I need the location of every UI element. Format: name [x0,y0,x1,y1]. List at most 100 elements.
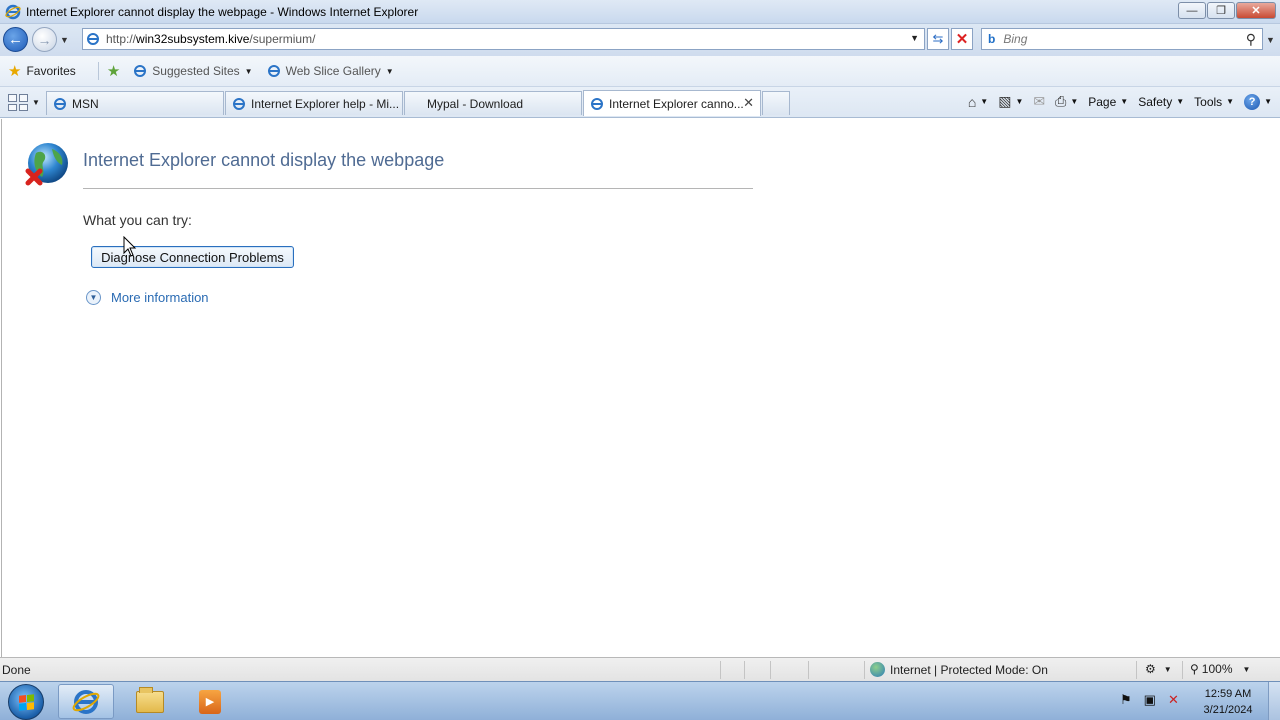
search-options-dropdown[interactable]: ▼ [1266,35,1275,45]
stop-button[interactable]: ✕ [951,28,973,50]
url-text[interactable]: http://win32subsystem.kive/supermium/ [106,32,315,46]
mail-icon: ✉ [1033,93,1046,109]
quick-tabs-icon[interactable] [8,94,28,111]
favorites-button[interactable]: ★ Favorites [8,62,76,80]
refresh-button[interactable]: ⇆ [927,28,949,50]
address-bar[interactable]: http://win32subsystem.kive/supermium/ ▼ [82,28,925,50]
print-button[interactable]: ⎙ ▼ [1055,93,1078,110]
taskbar-internet-explorer[interactable] [58,684,114,719]
restore-button[interactable]: ❐ [1207,2,1235,19]
more-information-link[interactable]: ▼ More information [86,290,209,305]
action-center-flag-icon[interactable]: ⚑ [1120,692,1132,708]
tab-msn[interactable]: MSN [46,91,224,115]
chevron-down-icon: ▼ [1120,97,1129,106]
globe-error-icon [25,143,68,186]
tab-current[interactable]: Internet Explorer canno... ✕ [583,90,761,116]
status-bar: Done Internet | Protected Mode: On ⚙ ▼ ⚲… [0,657,1280,681]
window-title: Internet Explorer cannot display the web… [26,4,419,19]
zoom-icon: ⚲ [1190,662,1199,676]
what-you-can-try-label: What you can try: [83,212,192,228]
favorites-bar: ★ Favorites ★ Suggested Sites ▼ Web Slic… [0,56,1280,87]
security-zone[interactable]: Internet | Protected Mode: On [870,662,1048,677]
page-menu[interactable]: Page ▼ [1088,95,1128,109]
feeds-button[interactable]: ▧ ▼ [998,93,1023,110]
chevron-down-icon: ▼ [1226,97,1235,106]
divider [83,188,753,189]
separator [1136,661,1137,679]
add-to-favorites-bar-button[interactable]: ★ [107,62,125,80]
tab-bar: ▼ MSN Internet Explorer help - Mi... Myp… [0,87,1280,118]
system-clock[interactable]: 12:59 AM 3/21/2024 [1196,686,1260,718]
favorites-label: Favorites [26,64,76,78]
separator [1182,661,1183,679]
back-arrow-icon: ← [8,31,23,48]
internet-zone-icon [870,662,885,677]
tab-mypal-download[interactable]: Mypal - Download [404,91,582,115]
add-favorite-icon: ★ [106,63,121,80]
separator [744,661,745,679]
navigation-bar: ← → ▼ http://win32subsystem.kive/supermi… [0,24,1280,56]
chevron-down-icon: ▼ [1015,97,1024,106]
command-bar: ⌂ ▼ ▧ ▼ ✉ ⎙ ▼ Page ▼ Safety ▼ Tools ▼ ? ▼ [958,93,1272,110]
expand-icon: ▼ [86,290,101,305]
folder-icon [136,686,164,713]
volume-muted-icon[interactable]: ✕ [1168,692,1179,708]
diagnose-connection-problems-button[interactable]: Diagnose Connection Problems [91,246,294,268]
chevron-down-icon: ▼ [1264,97,1272,106]
clock-date: 3/21/2024 [1203,704,1253,716]
internet-explorer-icon [134,65,147,77]
chevron-down-icon: ▼ [1242,664,1251,674]
star-icon: ★ [8,63,22,80]
web-slice-gallery-link[interactable]: Web Slice Gallery ▼ [267,64,394,78]
tools-menu-label: Tools [1194,94,1223,109]
search-placeholder[interactable]: Bing [1003,32,1027,46]
taskbar: ▶ ⚑ ▣ ✕ 12:59 AM 3/21/2024 [0,681,1280,720]
url-path: /supermium/ [249,32,316,46]
search-box[interactable]: b Bing ⚲ [981,28,1263,50]
windows-logo-icon [18,693,34,711]
tools-menu[interactable]: Tools ▼ [1194,95,1234,109]
safety-menu-label: Safety [1138,94,1173,109]
internet-explorer-icon [267,65,280,77]
back-button[interactable]: ← [3,27,28,52]
read-mail-button[interactable]: ✉ [1033,93,1045,110]
page-title: Internet Explorer cannot display the web… [83,150,445,170]
start-button[interactable] [8,684,44,720]
help-menu[interactable]: ? ▼ [1244,93,1272,110]
minimize-button[interactable]: — [1178,2,1206,19]
protected-mode-settings[interactable]: ⚙ ▼ [1145,662,1172,676]
clock-time: 12:59 AM [1204,688,1252,700]
chevron-down-icon: ▼ [980,97,989,106]
page-menu-label: Page [1088,94,1117,109]
suggested-sites-label: Suggested Sites [152,64,240,78]
tab-list-dropdown[interactable]: ▼ [32,98,40,107]
internet-explorer-icon [72,689,100,714]
internet-explorer-icon [54,97,66,110]
url-prefix: http:// [106,32,137,46]
show-desktop-button[interactable] [1268,682,1280,720]
forward-button[interactable]: → [32,27,57,52]
shield-icon: ⚙ [1145,662,1156,676]
taskbar-media-player[interactable]: ▶ [182,684,238,719]
zone-label: Internet | Protected Mode: On [890,662,1048,677]
home-button[interactable]: ⌂ ▼ [968,94,988,110]
zoom-level[interactable]: ⚲ 100% ▼ [1190,662,1250,676]
taskbar-windows-explorer[interactable] [122,684,178,719]
tab-label: Mypal - Download [427,96,524,111]
internet-explorer-icon [591,97,603,110]
web-slice-gallery-label: Web Slice Gallery [285,64,381,78]
new-tab-button[interactable] [762,91,790,115]
network-icon[interactable]: ▣ [1144,692,1156,708]
close-tab-icon[interactable]: ✕ [743,95,754,111]
system-tray: ⚑ ▣ ✕ [1120,692,1191,708]
address-dropdown-icon[interactable]: ▼ [910,33,919,43]
tab-internet-explorer-help[interactable]: Internet Explorer help - Mi... [225,91,403,115]
recent-pages-dropdown[interactable]: ▼ [60,35,69,45]
tab-label: Internet Explorer help - Mi... [251,96,400,111]
suggested-sites-link[interactable]: Suggested Sites ▼ [133,64,253,78]
separator [808,661,809,679]
safety-menu[interactable]: Safety ▼ [1138,95,1184,109]
internet-explorer-icon [5,4,21,19]
search-icon[interactable]: ⚲ [1246,31,1256,48]
close-button[interactable]: ✕ [1236,2,1276,19]
